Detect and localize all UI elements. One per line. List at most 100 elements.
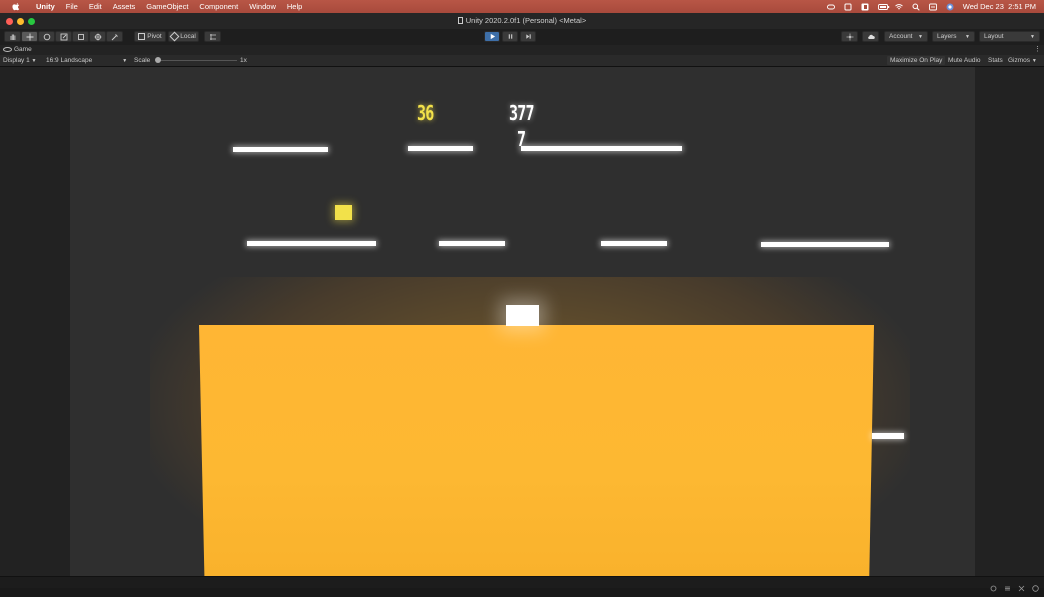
score-right: 377 bbox=[509, 101, 535, 125]
layout-dropdown[interactable]: Layout ▼ bbox=[979, 31, 1040, 42]
wifi-icon[interactable] bbox=[894, 3, 903, 11]
scale-label: Scale bbox=[134, 57, 151, 64]
score-left: 36 bbox=[417, 101, 434, 125]
game-view-icon bbox=[3, 47, 12, 52]
display-dropdown[interactable]: Display 1 ▼ bbox=[3, 57, 37, 64]
menu-window[interactable]: Window bbox=[249, 2, 276, 11]
battery-icon[interactable] bbox=[877, 3, 889, 11]
pause-icon bbox=[508, 34, 512, 39]
step-icon bbox=[525, 34, 531, 39]
window-title-text: Unity 2020.2.0f1 (Personal) <Metal> bbox=[465, 16, 587, 25]
account-label: Account bbox=[889, 33, 913, 40]
platform bbox=[872, 433, 904, 439]
search-icon[interactable] bbox=[912, 3, 920, 11]
sun-icon bbox=[846, 33, 853, 40]
play-button[interactable] bbox=[484, 31, 500, 42]
menu-app-name[interactable]: Unity bbox=[36, 2, 55, 11]
platform bbox=[247, 241, 376, 246]
bluetooth-icon[interactable] bbox=[861, 3, 869, 11]
local-icon bbox=[169, 31, 180, 42]
layout-label: Layout bbox=[984, 33, 1004, 40]
cloud-icon bbox=[867, 34, 875, 39]
platform bbox=[439, 241, 505, 246]
chevron-down-icon: ▼ bbox=[1031, 58, 1037, 64]
move-icon bbox=[26, 33, 33, 40]
display-label: Display 1 bbox=[3, 57, 30, 64]
platform bbox=[601, 241, 667, 246]
gizmos-label: Gizmos bbox=[1008, 57, 1031, 64]
hand-icon bbox=[10, 34, 15, 40]
hand-tool-button[interactable] bbox=[4, 31, 21, 42]
layers-label: Layers bbox=[937, 33, 957, 40]
menu-assets[interactable]: Assets bbox=[113, 2, 136, 11]
rising-lava bbox=[199, 325, 874, 576]
gamepad-icon[interactable] bbox=[826, 3, 835, 11]
grid-snap-button[interactable] bbox=[204, 31, 221, 42]
mute-audio-toggle[interactable]: Mute Audio bbox=[948, 57, 981, 64]
menu-file[interactable]: File bbox=[66, 2, 78, 11]
chevron-down-icon: ▼ bbox=[965, 33, 970, 40]
control-center-icon[interactable] bbox=[928, 3, 937, 11]
local-toggle[interactable]: Local bbox=[168, 31, 199, 42]
player-block bbox=[506, 305, 539, 326]
document-icon bbox=[457, 17, 463, 24]
play-icon bbox=[490, 33, 495, 40]
yellow-cube bbox=[335, 205, 352, 220]
game-tab[interactable]: Game bbox=[3, 46, 32, 53]
pause-button[interactable] bbox=[502, 31, 518, 42]
layers-dropdown[interactable]: Layers ▼ bbox=[932, 31, 975, 42]
apple-icon[interactable] bbox=[12, 2, 21, 11]
platform bbox=[521, 146, 682, 151]
game-viewport[interactable]: 36 377 7 bbox=[0, 67, 1044, 576]
stats-toggle[interactable]: Stats bbox=[988, 57, 1003, 64]
move-tool-button[interactable] bbox=[21, 31, 38, 42]
gizmos-dropdown[interactable]: Gizmos ▼ bbox=[1008, 57, 1037, 64]
game-tab-label: Game bbox=[14, 46, 32, 53]
rotate-tool-button[interactable] bbox=[38, 31, 55, 42]
step-button[interactable] bbox=[520, 31, 536, 42]
collab-button[interactable] bbox=[841, 31, 858, 42]
scale-tool-button[interactable] bbox=[55, 31, 72, 42]
aspect-dropdown[interactable]: 16:9 Landscape ▼ bbox=[46, 57, 127, 64]
rect-tool-button[interactable] bbox=[72, 31, 89, 42]
platform bbox=[233, 147, 328, 152]
scale-icon bbox=[60, 33, 67, 40]
game-options-bar: Display 1 ▼ 16:9 Landscape ▼ Scale 1x Max… bbox=[0, 55, 1044, 67]
siri-icon[interactable] bbox=[946, 3, 954, 11]
chevron-down-icon: ▼ bbox=[1030, 33, 1035, 40]
window-title-bar: Unity 2020.2.0f1 (Personal) <Metal> bbox=[0, 13, 1044, 30]
unity-toolbar: Pivot Local Account ▼ Layers ▼ Layout ▼ bbox=[0, 29, 1044, 46]
menu-component[interactable]: Component bbox=[199, 2, 238, 11]
transform-tool-button[interactable] bbox=[89, 31, 106, 42]
status-circle-icon[interactable] bbox=[1032, 579, 1039, 592]
tools-icon[interactable] bbox=[1018, 579, 1025, 592]
chevron-down-icon: ▼ bbox=[122, 58, 128, 64]
chevron-down-icon: ▼ bbox=[918, 33, 923, 40]
bug-icon[interactable] bbox=[990, 579, 997, 592]
grid-snap-icon bbox=[209, 33, 216, 40]
account-dropdown[interactable]: Account ▼ bbox=[884, 31, 928, 42]
menu-gameobject[interactable]: GameObject bbox=[146, 2, 188, 11]
chevron-down-icon: ▼ bbox=[31, 58, 37, 64]
pivot-toggle[interactable]: Pivot bbox=[134, 31, 166, 42]
scale-value: 1x bbox=[240, 57, 247, 64]
screen-icon[interactable] bbox=[844, 3, 852, 11]
menu-help[interactable]: Help bbox=[287, 2, 302, 11]
tab-menu-icon[interactable]: ⋮ bbox=[1034, 45, 1041, 53]
scale-slider-track[interactable] bbox=[157, 60, 237, 61]
aspect-label: 16:9 Landscape bbox=[46, 57, 93, 64]
platform bbox=[761, 242, 889, 247]
pivot-label: Pivot bbox=[147, 33, 162, 40]
game-tab-strip: Game ⋮ bbox=[0, 45, 1044, 55]
window-title: Unity 2020.2.0f1 (Personal) <Metal> bbox=[0, 16, 1044, 25]
pivot-icon bbox=[138, 33, 146, 40]
platform bbox=[408, 146, 473, 151]
cloud-button[interactable] bbox=[862, 31, 879, 42]
rect-icon bbox=[77, 33, 84, 40]
stack-icon[interactable] bbox=[1004, 579, 1011, 591]
scale-slider-handle[interactable] bbox=[155, 57, 161, 63]
custom-tool-button[interactable] bbox=[106, 31, 123, 42]
maximize-on-play-toggle[interactable]: Maximize On Play bbox=[887, 56, 946, 65]
menu-edit[interactable]: Edit bbox=[89, 2, 102, 11]
menubar-clock[interactable]: Wed Dec 23 2:51 PM bbox=[963, 2, 1036, 11]
